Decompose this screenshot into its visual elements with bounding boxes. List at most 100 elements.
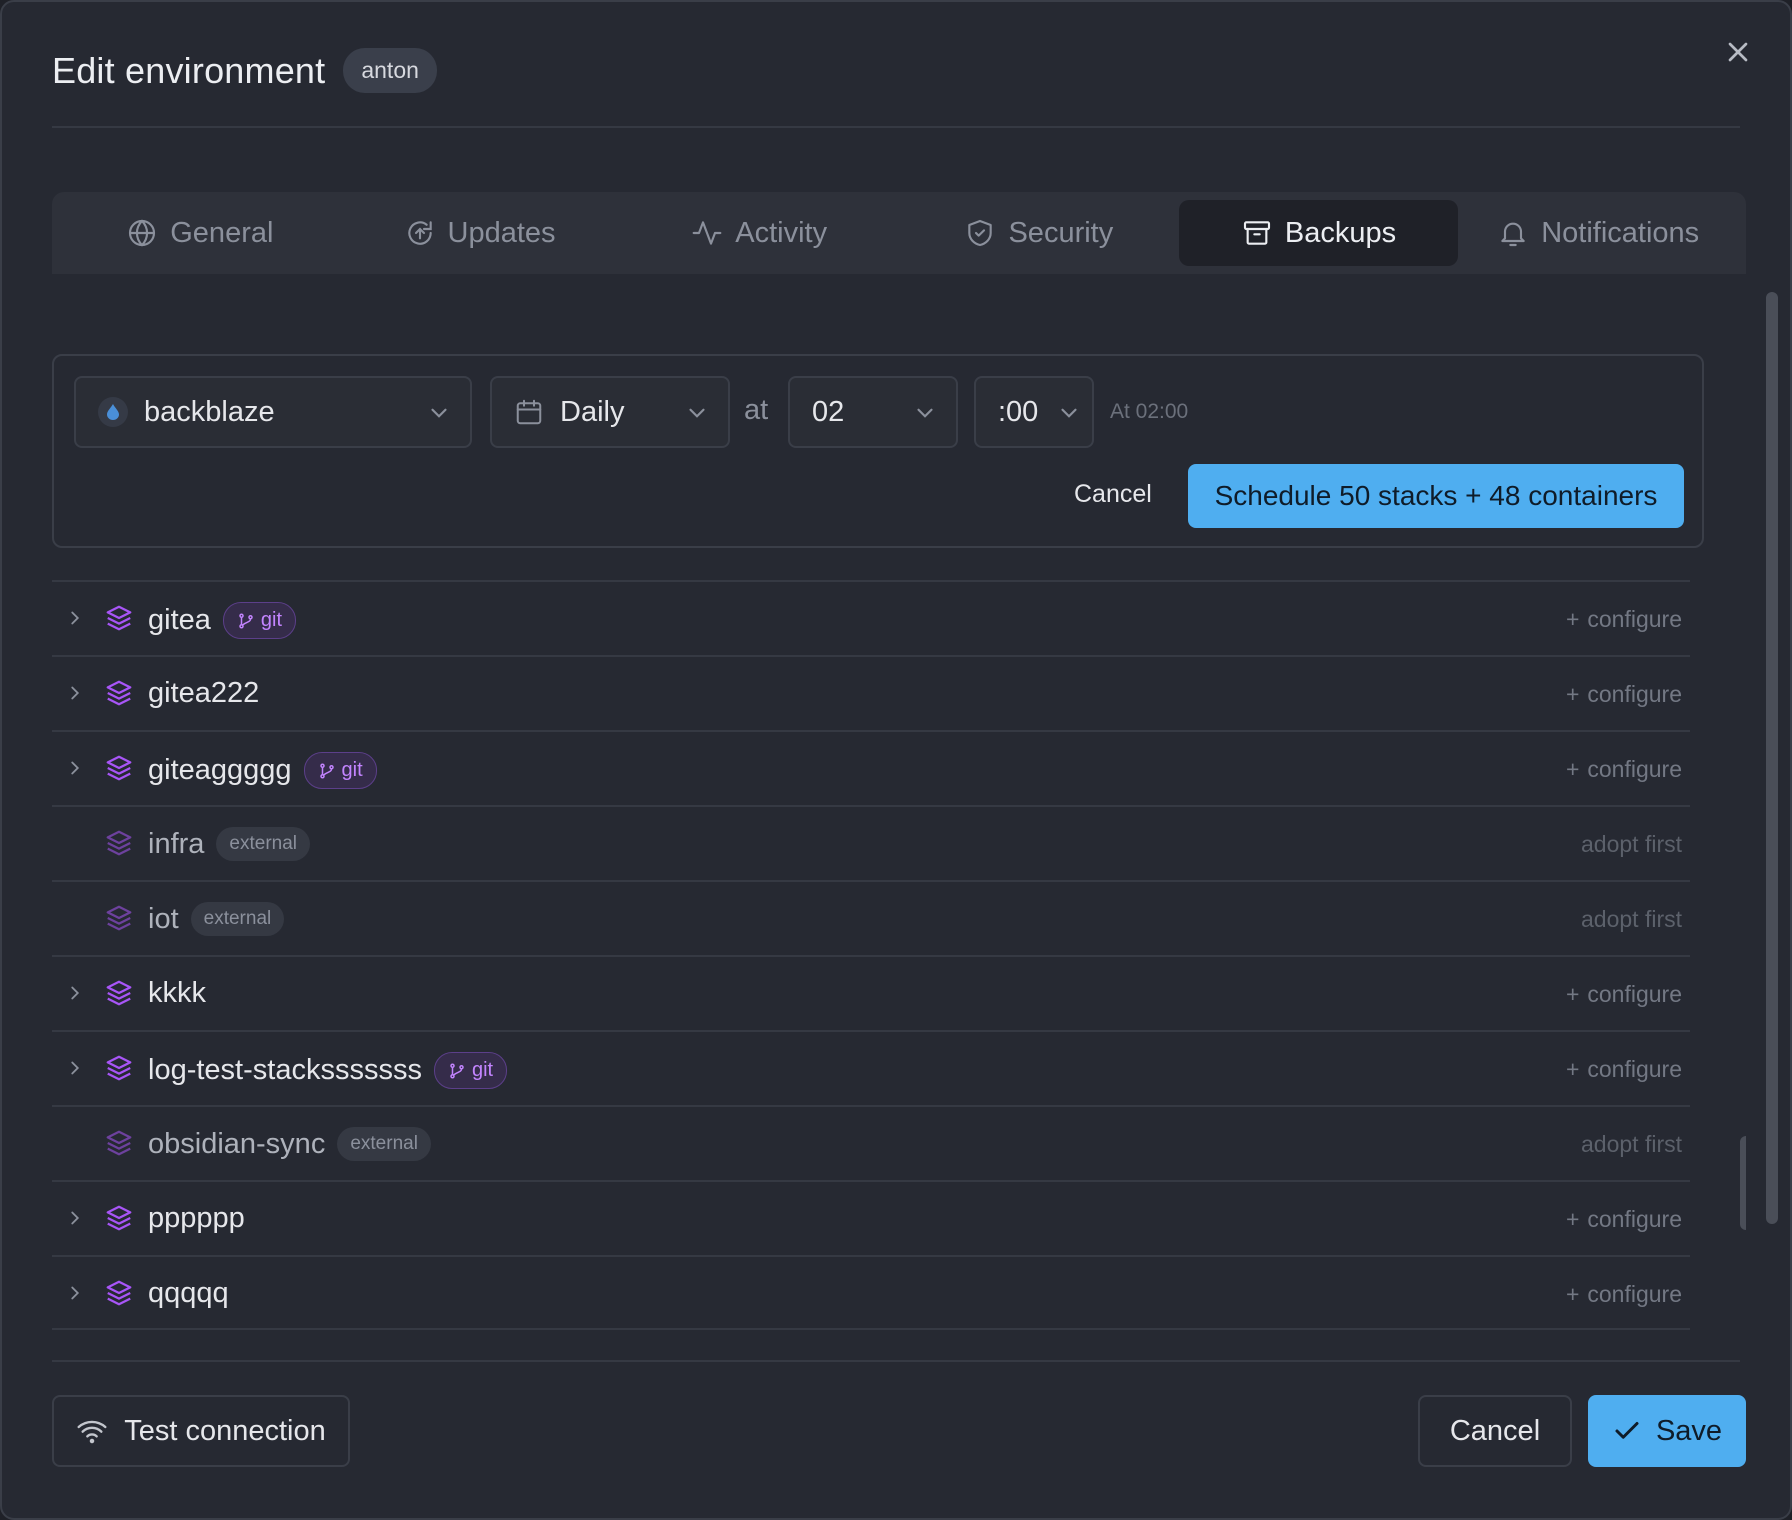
activity-icon [692, 221, 722, 245]
external-badge: external [216, 827, 311, 861]
stack-row[interactable]: gitea222 + configure [52, 655, 1690, 730]
plus-icon: + [1565, 606, 1580, 632]
schedule-cancel-button[interactable]: Cancel [1074, 480, 1152, 509]
stack-name: gitea [148, 604, 211, 636]
schedule-form: backblaze Daily at 02 :00 At 02:00 Cance… [52, 354, 1704, 548]
chevron-right-icon[interactable] [64, 682, 86, 704]
chevron-right-icon[interactable] [64, 607, 86, 629]
plus-icon: + [1565, 1206, 1580, 1232]
git-badge-label: git [471, 1059, 494, 1081]
stack-name-group: infra external [148, 827, 311, 861]
external-badge: external [190, 902, 285, 936]
list-scrollbar[interactable] [1740, 1136, 1746, 1230]
layers-icon [106, 1280, 132, 1306]
stack-name: infra [148, 827, 205, 860]
provider-select[interactable]: backblaze [74, 376, 472, 448]
test-connection-button[interactable]: Test connection [52, 1395, 350, 1467]
configure-button[interactable]: + configure [1566, 1206, 1682, 1233]
stack-name-group: kkkk [148, 977, 206, 1010]
configure-button[interactable]: + configure [1566, 1281, 1682, 1308]
chevron-down-icon [917, 408, 933, 418]
check-icon [1615, 1422, 1639, 1439]
plus-icon: + [1565, 1281, 1580, 1307]
chevron-down-icon [689, 408, 705, 418]
minute-select[interactable]: :00 [974, 376, 1094, 448]
frequency-select[interactable]: Daily [490, 376, 730, 448]
layers-icon [106, 980, 132, 1006]
chevron-right-icon[interactable] [64, 1057, 86, 1079]
configure-label: configure [1587, 681, 1682, 707]
tab-label: Activity [735, 216, 828, 249]
tab-activity[interactable]: Activity [619, 200, 899, 266]
git-badge: git [433, 1052, 508, 1089]
cancel-button[interactable]: Cancel [1418, 1395, 1572, 1467]
save-button[interactable]: Save [1588, 1395, 1746, 1467]
chevron-right-icon[interactable] [64, 982, 86, 1004]
external-badge: external [337, 1127, 431, 1161]
chevron-down-icon [1061, 408, 1077, 418]
tab-label: General [170, 216, 274, 249]
stack-name-group: obsidian-sync external [148, 1127, 431, 1161]
stack-name-group: iot external [148, 902, 285, 936]
frequency-value: Daily [560, 395, 625, 428]
git-badge: git [303, 752, 377, 789]
archive-icon [1243, 221, 1270, 245]
layers-icon [106, 1205, 132, 1231]
tab-label: Backups [1284, 216, 1397, 249]
git-branch-icon [319, 763, 334, 778]
chevron-right-icon[interactable] [64, 757, 86, 779]
stack-row[interactable]: kkkk + configure [52, 955, 1690, 1030]
stack-list: gitea git + configure gitea222 + configure gite… [52, 580, 1690, 1330]
stack-name-group: gitea222 [148, 677, 259, 710]
git-badge-label: git [260, 609, 283, 631]
tab-notifications[interactable]: Notifications [1458, 200, 1738, 266]
stack-name: obsidian-sync [148, 1127, 326, 1160]
configure-button[interactable]: + configure [1566, 1056, 1682, 1083]
git-branch-icon [450, 1063, 464, 1078]
stack-row[interactable]: giteaggggg git + configure [52, 730, 1690, 805]
adopt-first-hint: adopt first [1581, 831, 1682, 857]
calendar-icon [516, 399, 542, 425]
configure-button[interactable]: + configure [1566, 981, 1682, 1008]
chevron-right-icon[interactable] [64, 1282, 86, 1304]
panel-scrollbar[interactable] [1766, 292, 1778, 1224]
plus-icon: + [1565, 981, 1580, 1007]
configure-label: configure [1587, 1056, 1682, 1082]
configure-label: configure [1587, 981, 1682, 1007]
tab-updates[interactable]: Updates [340, 200, 620, 266]
tab-backups[interactable]: Backups [1178, 200, 1459, 266]
bell-icon [1501, 222, 1525, 247]
tab-general[interactable]: General [60, 200, 340, 266]
stack-name-group: gitea git [148, 602, 297, 639]
schedule-description: At 02:00 [1110, 400, 1189, 423]
stack-name-group: log-test-stacksssssss git [148, 1052, 508, 1089]
schedule-submit-button[interactable]: Schedule 50 stacks + 48 containers [1188, 464, 1684, 528]
stack-row[interactable]: gitea git + configure [52, 580, 1690, 655]
configure-label: configure [1587, 756, 1682, 782]
configure-button[interactable]: + configure [1566, 606, 1682, 633]
stack-row[interactable]: qqqqq + configure [52, 1255, 1690, 1330]
layers-icon [106, 905, 132, 931]
edit-environment-dialog: Edit environment anton General Updates A… [0, 0, 1792, 1520]
stack-name: gitea222 [148, 677, 260, 709]
tab-bar: General Updates Activity Security Backup… [52, 192, 1746, 274]
tab-security[interactable]: Security [899, 200, 1179, 266]
close-icon[interactable] [1722, 36, 1754, 68]
layers-icon [106, 830, 132, 856]
hour-select[interactable]: 02 [788, 376, 958, 448]
adopt-first-hint: adopt first [1581, 1131, 1682, 1157]
backblaze-icon [98, 397, 128, 427]
chevron-down-icon [431, 408, 447, 418]
git-badge-label: git [341, 759, 363, 781]
git-badge: git [222, 602, 297, 639]
chevron-right-icon[interactable] [64, 1207, 86, 1229]
git-branch-icon [239, 613, 253, 628]
configure-label: configure [1587, 1206, 1682, 1232]
adopt-first-hint: adopt first [1581, 906, 1682, 932]
configure-button[interactable]: + configure [1566, 756, 1682, 783]
stack-name: iot [148, 902, 179, 935]
configure-label: configure [1587, 1281, 1682, 1307]
stack-row[interactable]: log-test-stacksssssss git + configure [52, 1030, 1690, 1105]
stack-row[interactable]: pppppp + configure [52, 1180, 1690, 1255]
configure-button[interactable]: + configure [1566, 681, 1682, 708]
